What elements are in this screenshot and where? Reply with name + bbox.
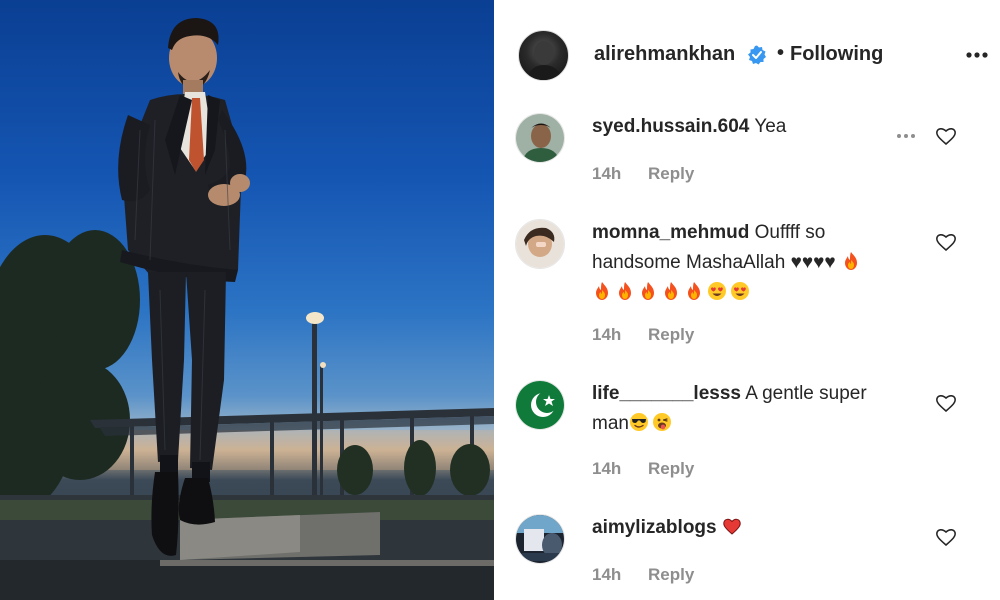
comments-panel: alirehmankhan • Following syed.hussain.6… bbox=[494, 0, 1000, 600]
comment-text: aimylizablogs bbox=[592, 513, 902, 543]
emoji-fire-icon bbox=[841, 251, 861, 271]
comment-item: momna_mehmud Ouffff so handsome MashaAll… bbox=[494, 218, 1000, 358]
comment-meta: 14h Reply bbox=[592, 164, 694, 184]
comment-meta: 14h Reply bbox=[592, 565, 694, 585]
emoji-sunglasses-face-icon bbox=[629, 412, 649, 432]
emoji-fire-icon bbox=[638, 281, 658, 301]
emoji-fire-icon bbox=[684, 281, 704, 301]
like-heart-icon[interactable] bbox=[934, 124, 958, 148]
reply-button[interactable]: Reply bbox=[648, 325, 694, 344]
comment-username[interactable]: momna_mehmud bbox=[592, 222, 749, 243]
commenter-avatar[interactable] bbox=[515, 219, 565, 269]
commenter-avatar[interactable] bbox=[515, 113, 565, 163]
reply-button[interactable]: Reply bbox=[648, 565, 694, 584]
commenter-avatar[interactable] bbox=[515, 380, 565, 430]
reply-button[interactable]: Reply bbox=[648, 164, 694, 183]
following-button[interactable]: Following bbox=[790, 43, 883, 66]
comment-item: aimylizablogs 14h Reply bbox=[494, 512, 1000, 600]
emoji-heart-eyes-icon bbox=[730, 281, 750, 301]
emoji-fire-icon bbox=[615, 281, 635, 301]
comment-meta: 14h Reply bbox=[592, 325, 694, 345]
commenter-avatar[interactable] bbox=[515, 514, 565, 564]
comment-time[interactable]: 14h bbox=[592, 325, 621, 344]
comment-username[interactable]: syed.hussain.604 bbox=[592, 116, 749, 137]
emoji-fire-icon bbox=[592, 281, 612, 301]
emoji-red-heart-icon bbox=[722, 516, 742, 536]
comment-text: life_______lesss A gentle super man bbox=[592, 379, 902, 439]
comment-text: syed.hussain.604 Yea bbox=[592, 112, 902, 142]
emoji-fire-icon bbox=[661, 281, 681, 301]
author-avatar[interactable] bbox=[518, 30, 569, 81]
post-header: alirehmankhan • Following bbox=[494, 0, 1000, 110]
photo-scene bbox=[0, 18, 494, 600]
verified-badge-icon bbox=[747, 45, 767, 65]
author-username[interactable]: alirehmankhan bbox=[594, 43, 735, 66]
reply-button[interactable]: Reply bbox=[648, 459, 694, 478]
comment-body: Yea bbox=[754, 116, 787, 137]
comment-item: syed.hussain.604 Yea 14h Reply bbox=[494, 110, 1000, 210]
comment-more-icon[interactable] bbox=[894, 124, 918, 148]
comment-time[interactable]: 14h bbox=[592, 565, 621, 584]
like-heart-icon[interactable] bbox=[934, 391, 958, 415]
comment-meta: 14h Reply bbox=[592, 459, 694, 479]
emoji-heart-eyes-icon bbox=[707, 281, 727, 301]
comment-item: life_______lesss A gentle super man 14h … bbox=[494, 378, 1000, 488]
header-separator: • bbox=[777, 42, 785, 64]
comment-time[interactable]: 14h bbox=[592, 459, 621, 478]
comment-text: momna_mehmud Ouffff so handsome MashaAll… bbox=[592, 218, 902, 308]
comment-username[interactable]: life_______lesss bbox=[592, 383, 741, 404]
comment-username[interactable]: aimylizablogs bbox=[592, 517, 717, 538]
like-heart-icon[interactable] bbox=[934, 230, 958, 254]
post-photo bbox=[0, 0, 494, 600]
comment-time[interactable]: 14h bbox=[592, 164, 621, 183]
like-heart-icon[interactable] bbox=[934, 525, 958, 549]
emoji-tongue-wink-face-icon bbox=[652, 412, 672, 432]
more-options-icon[interactable] bbox=[964, 42, 990, 68]
